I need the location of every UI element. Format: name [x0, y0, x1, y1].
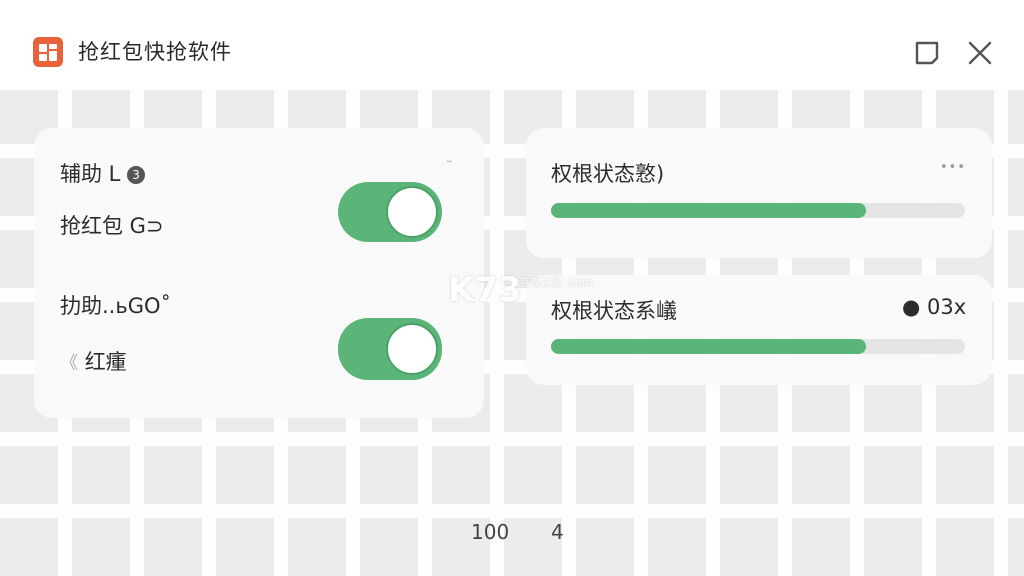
redpacket-option-text: 红瘇: [84, 350, 127, 374]
status-2-progress-fill: [551, 339, 866, 354]
close-icon: [968, 41, 992, 65]
status-1-progress-fill: [551, 203, 866, 218]
status-2-label: 权根状态系嶬: [551, 299, 677, 323]
close-button[interactable]: [965, 38, 995, 68]
assist-dots: ¨: [446, 160, 454, 175]
grab-redpacket-toggle[interactable]: [338, 182, 442, 242]
title-bar: 抢红包快抢软件: [0, 0, 1024, 90]
assist-option-label: 扐助..ьGO˚: [60, 294, 172, 318]
assist-settings-card: 辅助 ᒪ 3 ¨ 抢红包 G⊃ 扐助..ьGO˚ 《 红瘇: [34, 128, 484, 418]
toggle-knob: [386, 186, 438, 238]
status-2-value: ● 03x: [902, 295, 967, 319]
watermark-logo: K73: [448, 270, 522, 310]
redpacket-option-label: 《 红瘇: [60, 346, 127, 376]
minimize-button[interactable]: [912, 38, 942, 68]
status-card-2: 权根状态系嶬 ● 03x: [526, 275, 992, 385]
app-icon: [33, 37, 63, 67]
status-2-progress: [551, 339, 965, 354]
status-1-label: 权根状态憝): [551, 162, 665, 186]
assist-badge: 3: [127, 166, 146, 184]
back-chevron-icon: 《: [60, 353, 78, 374]
redpacket-option-toggle[interactable]: [338, 318, 442, 380]
grab-redpacket-label: 抢红包 G⊃: [60, 214, 164, 238]
toggle-knob: [386, 323, 438, 375]
status-card-1: 权根状态憝) •••: [526, 128, 992, 258]
footer-number-right: 4: [551, 520, 564, 544]
watermark-text: 游戏之家 .com: [518, 276, 593, 289]
more-options-icon[interactable]: •••: [940, 160, 966, 175]
footer-number-left: 100: [471, 520, 510, 544]
assist-label-text: 辅助 ᒪ: [60, 162, 121, 186]
window-mode-icon: [915, 41, 939, 65]
status-1-progress: [551, 203, 965, 218]
window-title: 抢红包快抢软件: [78, 40, 232, 64]
assist-label: 辅助 ᒪ 3: [60, 158, 146, 188]
